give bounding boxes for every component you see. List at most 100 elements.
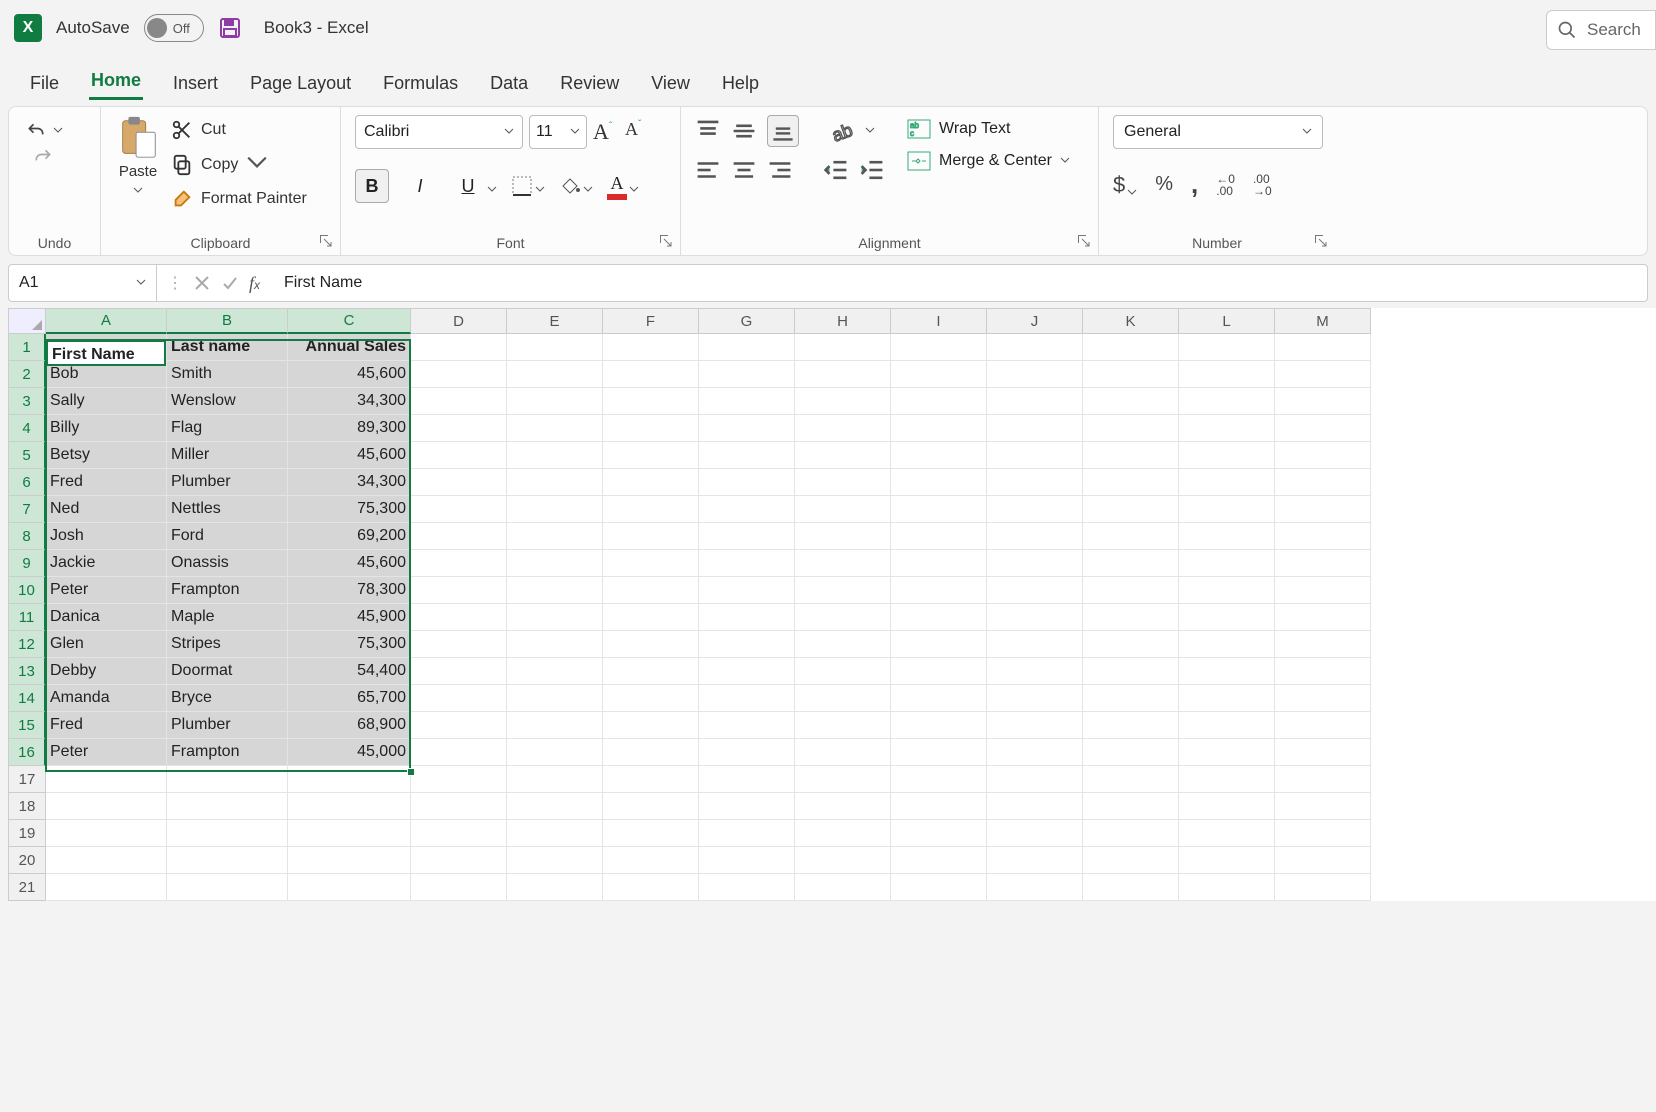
enter-icon[interactable] bbox=[221, 274, 239, 292]
row-header[interactable]: 3 bbox=[8, 388, 46, 415]
cell[interactable] bbox=[507, 577, 603, 604]
cell[interactable] bbox=[1179, 577, 1275, 604]
align-center-icon[interactable] bbox=[731, 157, 757, 183]
decrease-decimal-button[interactable]: .00→0 bbox=[1253, 173, 1272, 197]
cell[interactable] bbox=[507, 658, 603, 685]
cell[interactable]: 65,700 bbox=[288, 685, 411, 712]
cell[interactable] bbox=[167, 847, 288, 874]
cell[interactable] bbox=[411, 334, 507, 361]
cell[interactable] bbox=[507, 631, 603, 658]
column-header[interactable]: A bbox=[46, 308, 167, 334]
save-icon[interactable] bbox=[218, 16, 242, 40]
tab-review[interactable]: Review bbox=[558, 67, 621, 100]
increase-font-icon[interactable]: Aˆ bbox=[593, 119, 619, 145]
row-header[interactable]: 20 bbox=[8, 847, 46, 874]
row-header[interactable]: 7 bbox=[8, 496, 46, 523]
search-input[interactable]: Search bbox=[1546, 10, 1656, 50]
cell[interactable] bbox=[603, 523, 699, 550]
cell[interactable] bbox=[795, 604, 891, 631]
cell[interactable] bbox=[891, 712, 987, 739]
cell[interactable] bbox=[603, 334, 699, 361]
cell[interactable] bbox=[699, 523, 795, 550]
autosave-toggle[interactable]: Off bbox=[144, 14, 204, 42]
cell[interactable] bbox=[1179, 793, 1275, 820]
cell[interactable]: 34,300 bbox=[288, 388, 411, 415]
cell[interactable] bbox=[987, 658, 1083, 685]
cell[interactable]: 75,300 bbox=[288, 496, 411, 523]
merge-center-button[interactable]: Merge & Center bbox=[907, 151, 1070, 171]
cell[interactable] bbox=[1083, 577, 1179, 604]
spreadsheet-grid[interactable]: ABCDEFGHIJKLM 1First NameLast nameAnnual… bbox=[8, 308, 1656, 901]
cell[interactable] bbox=[603, 658, 699, 685]
cell[interactable]: Doormat bbox=[167, 658, 288, 685]
row-header[interactable]: 8 bbox=[8, 523, 46, 550]
cell[interactable]: 68,900 bbox=[288, 712, 411, 739]
cell[interactable] bbox=[891, 442, 987, 469]
increase-decimal-button[interactable]: ←0.00 bbox=[1216, 173, 1235, 197]
cell[interactable] bbox=[795, 334, 891, 361]
cell[interactable] bbox=[891, 604, 987, 631]
cell[interactable]: First Name bbox=[46, 334, 167, 361]
cell[interactable] bbox=[1275, 577, 1371, 604]
paste-button[interactable]: Paste bbox=[115, 115, 161, 200]
cell[interactable] bbox=[411, 631, 507, 658]
align-bottom-icon[interactable] bbox=[767, 115, 799, 147]
row-header[interactable]: 4 bbox=[8, 415, 46, 442]
cell[interactable] bbox=[167, 793, 288, 820]
cell[interactable] bbox=[891, 766, 987, 793]
name-box[interactable]: A1 bbox=[9, 265, 157, 301]
cell[interactable] bbox=[46, 874, 167, 901]
cell[interactable] bbox=[699, 334, 795, 361]
cell[interactable]: 45,600 bbox=[288, 442, 411, 469]
cell[interactable] bbox=[891, 550, 987, 577]
cell[interactable] bbox=[167, 766, 288, 793]
cell[interactable] bbox=[1179, 766, 1275, 793]
cell[interactable] bbox=[699, 361, 795, 388]
row-header[interactable]: 15 bbox=[8, 712, 46, 739]
cell[interactable] bbox=[1179, 739, 1275, 766]
cell[interactable] bbox=[1179, 415, 1275, 442]
cell[interactable]: 69,200 bbox=[288, 523, 411, 550]
cell[interactable] bbox=[507, 469, 603, 496]
align-top-icon[interactable] bbox=[695, 118, 721, 144]
cell[interactable] bbox=[1275, 469, 1371, 496]
cell[interactable] bbox=[411, 874, 507, 901]
cell[interactable]: 34,300 bbox=[288, 469, 411, 496]
cell[interactable] bbox=[1083, 631, 1179, 658]
formula-input[interactable]: First Name bbox=[270, 274, 376, 292]
cell[interactable] bbox=[987, 496, 1083, 523]
align-left-icon[interactable] bbox=[695, 157, 721, 183]
cell[interactable] bbox=[603, 820, 699, 847]
italic-button[interactable]: I bbox=[403, 169, 437, 203]
chevron-down-icon[interactable] bbox=[133, 182, 143, 200]
cell[interactable] bbox=[987, 388, 1083, 415]
cell[interactable] bbox=[795, 793, 891, 820]
dialog-launcher-icon[interactable] bbox=[318, 233, 334, 249]
cell[interactable] bbox=[795, 631, 891, 658]
cell[interactable]: Sally bbox=[46, 388, 167, 415]
column-header[interactable]: I bbox=[891, 308, 987, 334]
cell[interactable] bbox=[411, 388, 507, 415]
column-header[interactable]: M bbox=[1275, 308, 1371, 334]
cell[interactable]: 45,600 bbox=[288, 550, 411, 577]
row-header[interactable]: 16 bbox=[8, 739, 46, 766]
cell[interactable] bbox=[1275, 388, 1371, 415]
cell[interactable] bbox=[1083, 712, 1179, 739]
accounting-format-button[interactable]: $ bbox=[1113, 172, 1137, 198]
column-header[interactable]: B bbox=[167, 308, 288, 334]
cell[interactable] bbox=[1275, 496, 1371, 523]
cell[interactable]: Debby bbox=[46, 658, 167, 685]
cell[interactable] bbox=[507, 388, 603, 415]
cell[interactable] bbox=[603, 739, 699, 766]
cell[interactable] bbox=[1179, 361, 1275, 388]
row-header[interactable]: 14 bbox=[8, 685, 46, 712]
cell[interactable] bbox=[891, 793, 987, 820]
underline-button[interactable]: U bbox=[451, 169, 497, 203]
cell[interactable]: Stripes bbox=[167, 631, 288, 658]
fill-color-button[interactable] bbox=[559, 176, 593, 196]
cell[interactable] bbox=[507, 415, 603, 442]
cell[interactable] bbox=[411, 577, 507, 604]
cell[interactable] bbox=[1083, 739, 1179, 766]
cell[interactable] bbox=[507, 523, 603, 550]
cell[interactable] bbox=[1083, 415, 1179, 442]
